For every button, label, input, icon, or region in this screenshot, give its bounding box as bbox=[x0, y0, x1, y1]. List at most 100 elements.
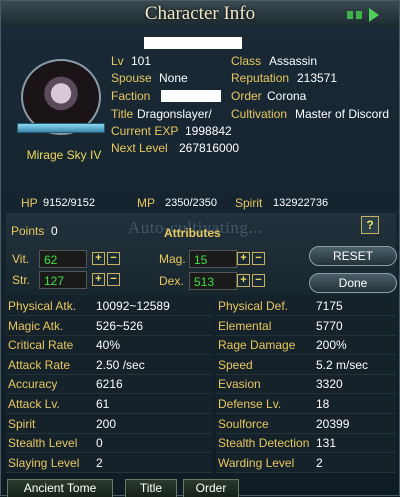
stat-label: Evasion bbox=[218, 377, 261, 392]
str-minus-button[interactable]: − bbox=[107, 273, 120, 286]
stat-row: Elemental 5770 bbox=[216, 316, 396, 336]
stat-row: Speed 5.2 m/sec bbox=[216, 355, 396, 375]
stat-value: 2.50 /sec bbox=[96, 357, 145, 372]
mag-box: 15 bbox=[189, 250, 237, 268]
stat-value: 131 bbox=[316, 436, 337, 451]
tab-order[interactable]: Order bbox=[183, 479, 239, 497]
redacted-name-bar bbox=[144, 37, 242, 49]
dex-box: 513 bbox=[189, 272, 237, 290]
stat-row: Critical Rate 40% bbox=[6, 336, 212, 356]
stat-row: Spirit 200 bbox=[6, 414, 212, 434]
dex-plus-button[interactable]: + bbox=[237, 274, 250, 287]
dex-minus-button[interactable]: − bbox=[252, 274, 265, 287]
spouse-value: None bbox=[159, 71, 188, 85]
str-value: 127 bbox=[44, 274, 65, 288]
faction-label: Faction bbox=[111, 89, 151, 103]
class-label: Class bbox=[231, 54, 262, 68]
attributes-header: Attributes bbox=[164, 226, 221, 240]
title-value: Dragonslayer/ bbox=[137, 107, 212, 121]
dex-value: 513 bbox=[194, 275, 215, 289]
stat-label: Elemental bbox=[218, 318, 272, 333]
stat-label: Physical Atk. bbox=[8, 299, 77, 313]
stat-value: 18 bbox=[316, 397, 330, 411]
stat-label: Slaying Level bbox=[8, 455, 80, 470]
spirit-label: Spirit bbox=[235, 196, 263, 210]
title-label: Title bbox=[111, 107, 134, 121]
stat-value: 6216 bbox=[96, 377, 123, 392]
stat-value: 2 bbox=[316, 455, 323, 470]
str-box: 127 bbox=[39, 271, 87, 289]
stat-row: Accuracy 6216 bbox=[6, 375, 212, 395]
tab-ancient-tome[interactable]: Ancient Tome bbox=[7, 479, 113, 497]
cultivation-label: Cultivation bbox=[231, 107, 288, 121]
stat-label: Defense Lv. bbox=[218, 397, 282, 411]
stat-value: 40% bbox=[96, 338, 121, 353]
mp-value: 2350/2350 bbox=[165, 197, 217, 209]
reputation-value: 213571 bbox=[297, 71, 338, 85]
help-button[interactable]: ? bbox=[361, 216, 379, 234]
stat-row: Warding Level 2 bbox=[216, 453, 396, 473]
stat-row: Stealth Detection 131 bbox=[216, 434, 396, 454]
stat-label: Magic Atk. bbox=[8, 318, 64, 333]
stat-value: 10092~12589 bbox=[96, 299, 170, 313]
stat-row: Attack Lv. 61 bbox=[6, 395, 212, 414]
stat-value: 7175 bbox=[316, 299, 343, 313]
stat-label: Attack Rate bbox=[8, 357, 71, 372]
str-plus-button[interactable]: + bbox=[92, 273, 105, 286]
spirit-value: 132922736 bbox=[273, 197, 329, 209]
stat-row: Slaying Level 2 bbox=[6, 453, 212, 473]
order-label: Order bbox=[231, 89, 262, 103]
vit-value: 62 bbox=[44, 253, 58, 267]
vit-minus-button[interactable]: − bbox=[107, 252, 120, 265]
avatar-level-bar bbox=[17, 123, 105, 133]
stat-value: 2 bbox=[96, 455, 103, 470]
stat-value: 3320 bbox=[316, 377, 343, 392]
expand-arrow-icon[interactable] bbox=[347, 8, 381, 24]
stat-label: Rage Damage bbox=[218, 338, 296, 353]
redacted-faction bbox=[161, 90, 221, 102]
cultivation-value: Master of Discord bbox=[295, 107, 390, 121]
stat-label: Physical Def. bbox=[218, 299, 289, 313]
stat-row: Magic Atk. 526~526 bbox=[6, 316, 212, 336]
vit-box: 62 bbox=[39, 250, 87, 268]
stat-row: Soulforce 20399 bbox=[216, 414, 396, 434]
stat-value: 5770 bbox=[316, 318, 343, 333]
stat-row: Stealth Level 0 bbox=[6, 434, 212, 454]
mag-label: Mag. bbox=[159, 252, 186, 266]
stat-label: Stealth Detection bbox=[218, 436, 310, 451]
reset-button[interactable]: RESET bbox=[309, 246, 397, 266]
points-value: 0 bbox=[51, 224, 58, 238]
stat-row: Rage Damage 200% bbox=[216, 336, 396, 356]
mag-minus-button[interactable]: − bbox=[252, 252, 265, 265]
stat-row: Attack Rate 2.50 /sec bbox=[6, 355, 212, 375]
character-name: Mirage Sky IV bbox=[26, 148, 102, 162]
stat-label: Soulforce bbox=[218, 416, 269, 431]
spouse-label: Spouse bbox=[111, 71, 152, 85]
next-level-value: 267816000 bbox=[179, 141, 240, 155]
vit-label: Vit. bbox=[12, 252, 30, 266]
stat-label: Speed bbox=[218, 357, 253, 372]
tab-title[interactable]: Title bbox=[125, 479, 177, 497]
class-value: Assassin bbox=[269, 54, 318, 68]
stat-value: 526~526 bbox=[96, 318, 144, 333]
reputation-label: Reputation bbox=[231, 71, 290, 85]
stat-label: Warding Level bbox=[218, 455, 295, 470]
mp-label: MP bbox=[137, 196, 155, 210]
stat-value: 200% bbox=[316, 338, 347, 353]
stats-grid: Physical Atk. 10092~12589 Physical Def. 717… bbox=[6, 297, 396, 475]
order-value: Corona bbox=[267, 89, 307, 103]
exp-value: 1998842 bbox=[185, 124, 232, 138]
stat-row: Evasion 3320 bbox=[216, 375, 396, 395]
stat-row: Physical Def. 7175 bbox=[216, 297, 396, 316]
stat-value: 200 bbox=[96, 416, 117, 431]
mag-plus-button[interactable]: + bbox=[237, 252, 250, 265]
stat-value: 20399 bbox=[316, 416, 350, 431]
stat-row: Physical Atk. 10092~12589 bbox=[6, 297, 212, 316]
window-title: Character Info bbox=[144, 3, 256, 24]
vit-plus-button[interactable]: + bbox=[92, 252, 105, 265]
title-bar[interactable]: Character Info bbox=[1, 1, 399, 27]
stat-label: Stealth Level bbox=[8, 436, 78, 451]
level-value: 101 bbox=[131, 54, 152, 68]
done-button[interactable]: Done bbox=[309, 273, 397, 293]
mag-value: 15 bbox=[194, 253, 208, 267]
